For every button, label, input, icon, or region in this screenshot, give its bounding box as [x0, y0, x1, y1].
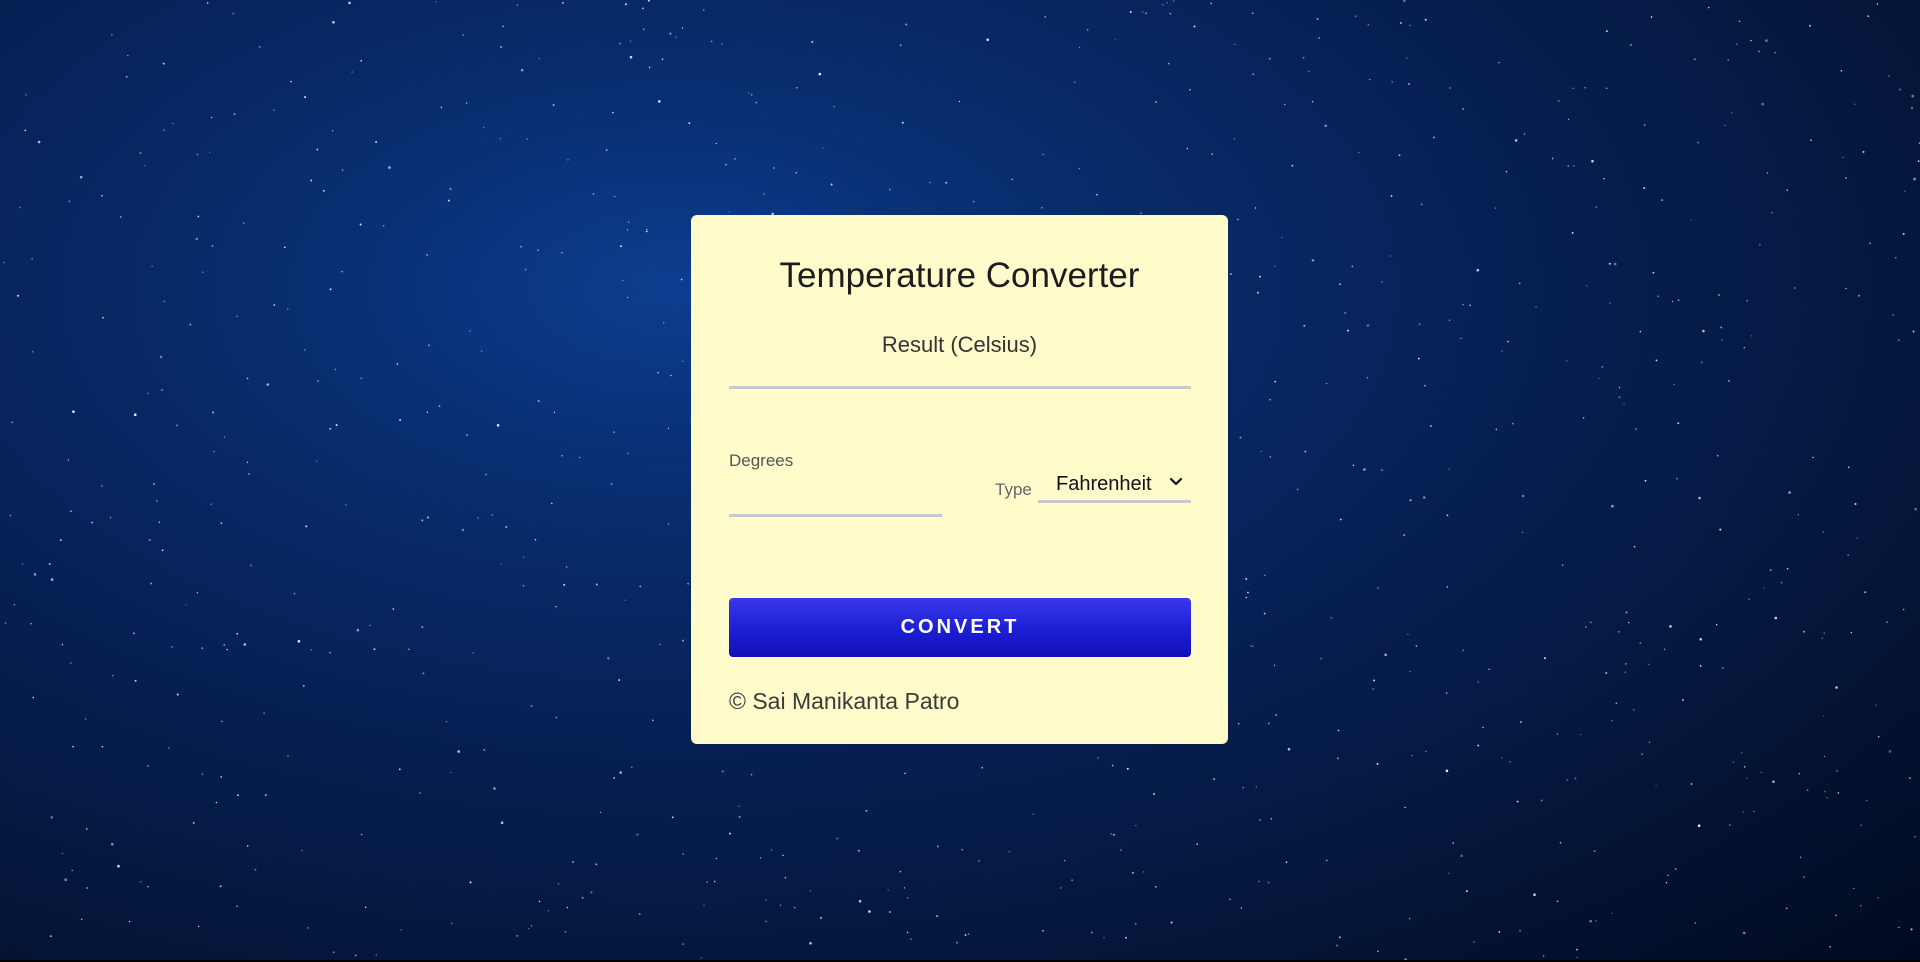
result-output-underline [729, 386, 1191, 389]
result-label: Result (Celsius) [881, 332, 1038, 357]
degrees-input[interactable] [729, 477, 942, 517]
converter-card: Temperature Converter Result (Celsius) D… [691, 215, 1228, 744]
convert-button[interactable]: CONVERT [729, 598, 1191, 657]
type-selected-value: Fahrenheit [1056, 473, 1152, 495]
chevron-down-icon [1169, 477, 1183, 486]
degrees-label: Degrees [729, 451, 794, 470]
type-select[interactable]: Fahrenheit [1038, 467, 1191, 503]
page-title: Temperature Converter [779, 256, 1140, 295]
copyright-footer: © Sai Manikanta Patro [729, 688, 960, 714]
type-label: Type [995, 480, 1032, 499]
